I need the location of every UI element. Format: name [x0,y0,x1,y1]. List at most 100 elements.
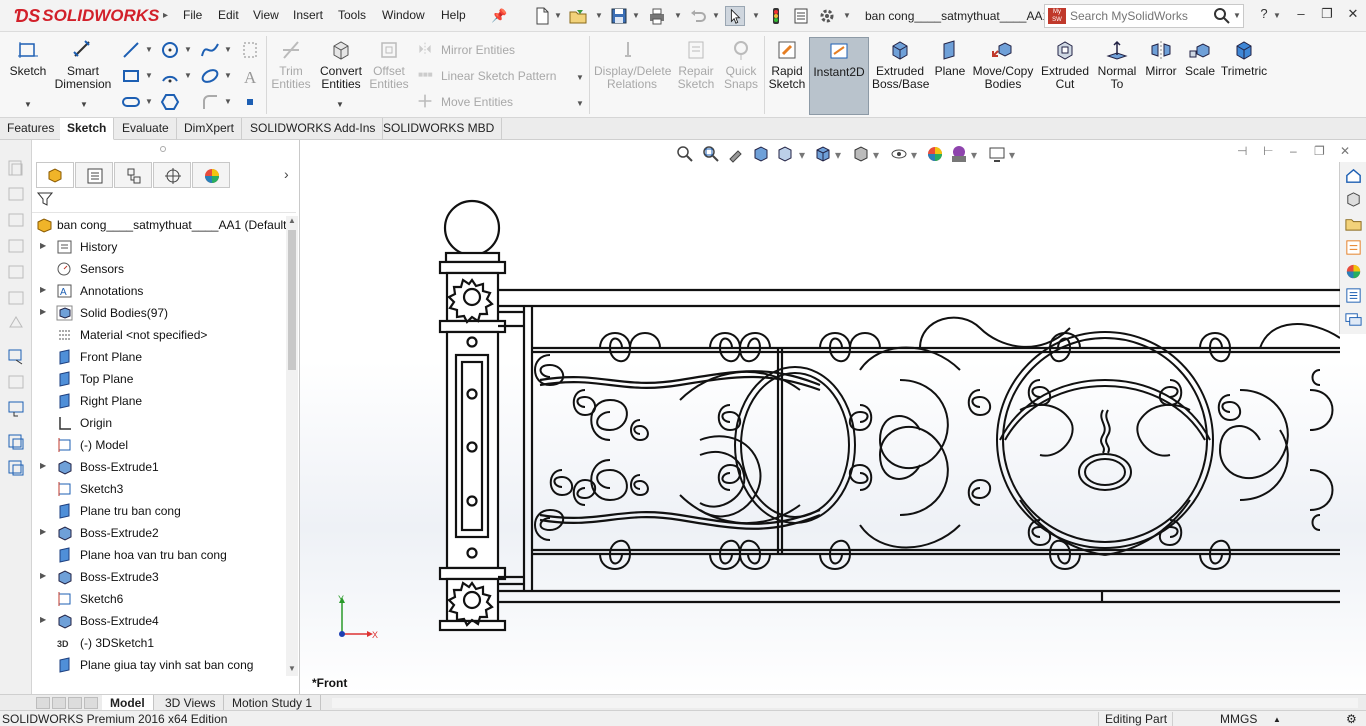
ellipse-dropdown-icon[interactable]: ▼ [224,71,232,80]
menu-help[interactable]: Help [441,8,466,22]
tree-item[interactable]: Origin [32,412,286,434]
new-dropdown-icon[interactable]: ▼ [554,11,562,20]
design-library-icon[interactable] [1344,190,1363,209]
minimize-button[interactable]: – [1290,6,1312,24]
print-dropdown-icon[interactable]: ▼ [674,11,682,20]
tab-mbd[interactable]: SOLIDWORKS MBD [376,118,503,140]
fillet-icon[interactable] [200,92,220,112]
expand-arrow-icon[interactable]: ▶ [40,571,50,580]
construction-geometry-icon[interactable] [240,40,260,60]
rapid-sketch-button[interactable]: Rapid Sketch [768,38,806,91]
linear-pattern-dropdown-icon[interactable]: ▼ [576,73,584,82]
tab-3d-views[interactable]: 3D Views [157,695,225,711]
save-icon[interactable] [609,6,629,26]
first-tab-button[interactable] [36,697,50,709]
tree-item[interactable]: ▶ Boss-Extrude1 [32,456,286,478]
tree-item[interactable]: Right Plane [32,390,286,412]
tab-evaluate[interactable]: Evaluate [115,118,177,140]
tree-root[interactable]: ban cong____satmythuat____AA1 (Default< [32,214,286,236]
search-dropdown-icon[interactable]: ▼ [1233,11,1241,20]
display-delete-relations-button[interactable]: Display/Delete Relations [594,38,671,91]
layer-icon[interactable] [6,210,26,230]
tree-item[interactable]: ▶ Boss-Extrude4 [32,610,286,632]
menu-window[interactable]: Window [382,8,425,22]
arc-dropdown-icon[interactable]: ▼ [184,71,192,80]
layer-icon[interactable] [6,158,26,178]
layer-icon[interactable] [6,288,26,308]
help-dropdown-icon[interactable]: ▼ [1273,11,1281,20]
tree-item[interactable]: Sketch3 [32,478,286,500]
layer-icon[interactable] [6,262,26,282]
repair-sketch-button[interactable]: Repair Sketch [676,38,716,91]
slot-dropdown-icon[interactable]: ▼ [145,97,153,106]
convert-dropdown-icon[interactable]: ▼ [336,100,344,109]
file-properties-icon[interactable] [791,6,811,26]
status-settings-icon[interactable]: ⚙ [1346,712,1357,726]
help-button[interactable]: ? [1253,6,1275,24]
tab-dimxpert[interactable]: DimXpert [177,118,243,140]
text-icon[interactable]: A [240,66,260,86]
layer-icon[interactable] [6,236,26,256]
mirror-entities-icon[interactable] [417,41,433,57]
expand-arrow-icon[interactable]: ▶ [40,615,50,624]
spline-icon[interactable] [200,40,220,60]
instant2d-button[interactable]: Instant2D [809,37,869,115]
units-dropdown-icon[interactable]: ▲ [1273,715,1281,724]
menu-view[interactable]: View [253,8,279,22]
tab-model[interactable]: Model [102,695,154,711]
plane-button[interactable]: Plane [932,38,968,78]
propertymanager-tab[interactable] [75,162,113,188]
filter-icon[interactable] [36,190,54,208]
menu-file[interactable]: File [183,8,202,22]
tree-item[interactable]: Plane tru ban cong [32,500,286,522]
close-button[interactable]: ✕ [1342,6,1364,24]
expand-arrow-icon[interactable]: ▶ [40,285,50,294]
viewport-close-icon[interactable]: ✕ [1340,144,1350,158]
move-entities-icon[interactable] [417,93,433,109]
trimetric-button[interactable]: Trimetric [1220,38,1268,78]
sketch-tool-icon[interactable] [6,346,26,366]
pin-menu-icon[interactable]: 📌 [491,8,507,24]
dimension-dropdown-icon[interactable]: ▼ [80,100,88,109]
next-tab-button[interactable] [68,697,82,709]
smart-dimension-button[interactable]: Smart Dimension [54,38,112,91]
options-gear-icon[interactable] [817,6,837,26]
linear-pattern-label[interactable]: Linear Sketch Pattern [441,69,556,83]
previous-tab-button[interactable] [52,697,66,709]
arc-icon[interactable] [160,66,180,86]
offset-entities-button[interactable]: Offset Entities [368,38,410,91]
file-explorer-icon[interactable] [1344,214,1363,233]
open-dropdown-icon[interactable]: ▼ [595,11,603,20]
tree-item[interactable]: Top Plane [32,368,286,390]
search-icon[interactable] [1213,7,1231,25]
circle-dropdown-icon[interactable]: ▼ [184,45,192,54]
line-dropdown-icon[interactable]: ▼ [145,45,153,54]
open-document-icon[interactable] [568,6,588,26]
expand-arrow-icon[interactable]: ▶ [40,527,50,536]
circle-icon[interactable] [160,40,180,60]
sketch-button[interactable]: Sketch [8,38,48,78]
new-document-icon[interactable] [532,6,552,26]
panel-collapse-icon[interactable]: › [284,166,289,182]
sketch-tool-icon[interactable] [6,432,26,452]
search-input[interactable] [1070,8,1210,24]
tree-item[interactable]: Plane giua tay vinh sat ban cong [32,654,286,676]
tree-item[interactable]: Sketch6 [32,588,286,610]
panel-grip-icon[interactable] [160,146,166,152]
dimxpertmanager-tab[interactable] [153,162,191,188]
solidworks-logo[interactable]: ƊS SOLIDWORKS [14,5,159,27]
scale-button[interactable]: Scale [1184,38,1216,78]
custom-properties-icon[interactable] [1344,286,1363,305]
appearances-icon[interactable] [1344,262,1363,281]
undo-dropdown-icon[interactable]: ▼ [712,11,720,20]
tree-scrollbar[interactable]: ▲ ▼ [286,216,298,676]
extruded-cut-button[interactable]: Extruded Cut [1038,38,1092,91]
normal-to-button[interactable]: Normal To [1096,38,1138,91]
tree-item[interactable]: ▶ Boss-Extrude3 [32,566,286,588]
layer-icon[interactable] [6,312,26,332]
tab-features[interactable]: Features [0,118,63,140]
scroll-down-icon[interactable]: ▼ [288,664,296,673]
trim-entities-button[interactable]: Trim Entities [270,38,312,91]
forum-icon[interactable] [1344,310,1363,329]
horizontal-scrollbar[interactable] [332,698,1358,708]
